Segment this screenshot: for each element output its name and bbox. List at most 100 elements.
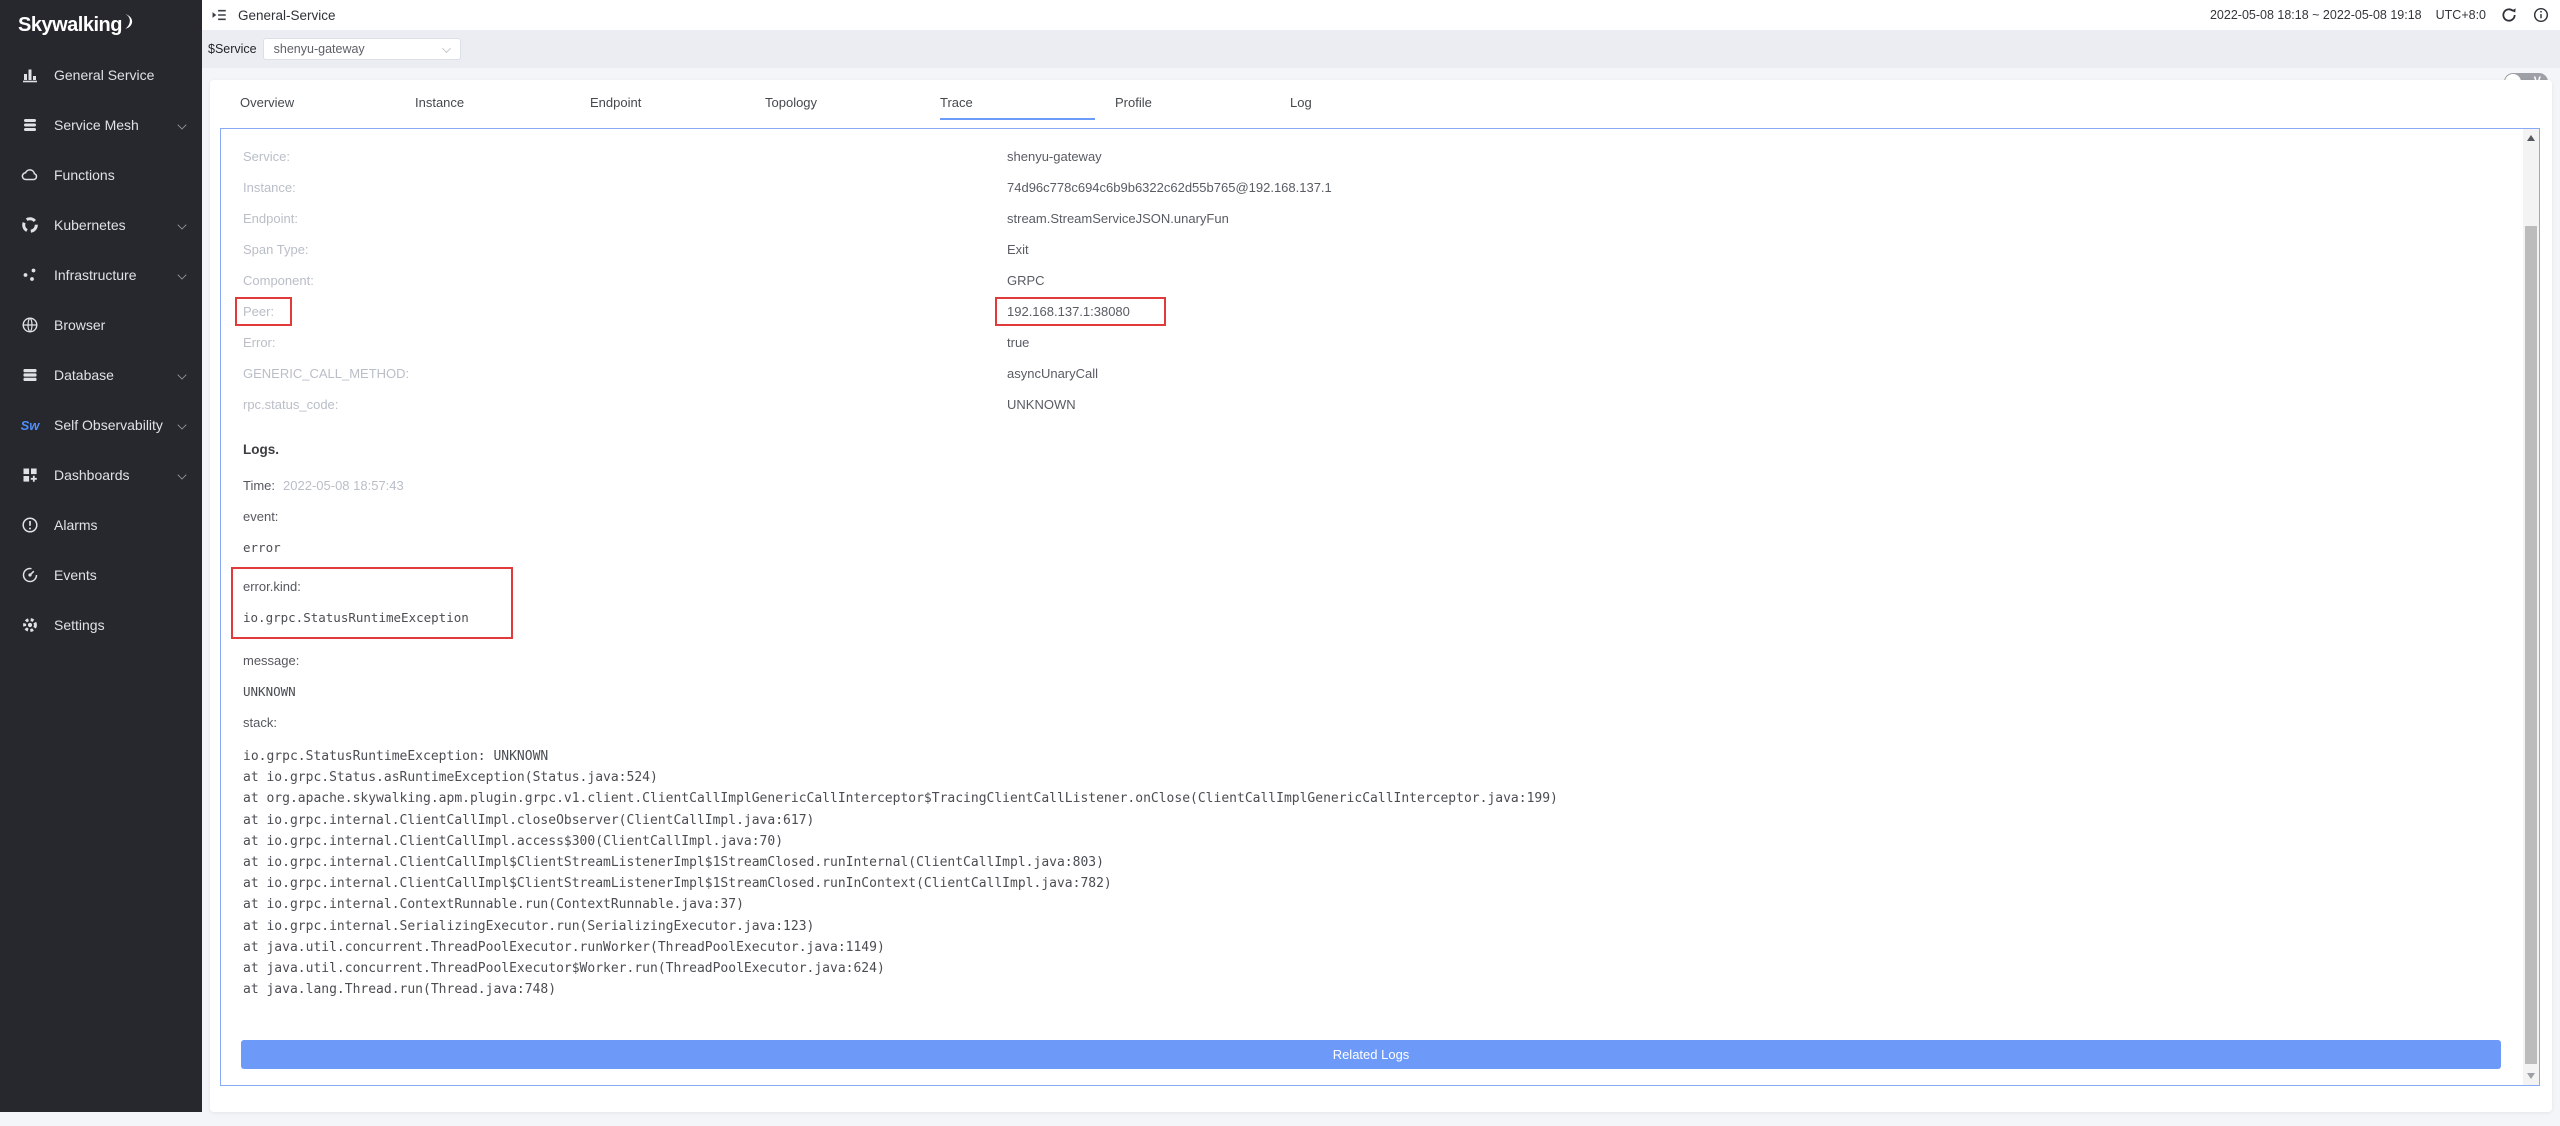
chevron-down-icon bbox=[177, 270, 186, 279]
field-label: Peer: bbox=[243, 304, 274, 319]
sidebar-item-label: Infrastructure bbox=[54, 267, 136, 283]
log-error-kind-value: io.grpc.StatusRuntimeException bbox=[243, 602, 511, 633]
sidebar-item-kubernetes[interactable]: Kubernetes bbox=[0, 200, 202, 250]
scrollbar[interactable] bbox=[2523, 129, 2539, 1085]
alarm-icon bbox=[20, 515, 40, 535]
sidebar-item-database[interactable]: Database bbox=[0, 350, 202, 400]
info-icon[interactable] bbox=[2532, 6, 2550, 24]
field-value: stream.StreamServiceJSON.unaryFun bbox=[1007, 211, 1229, 226]
span-field-row-rpc-status-code: rpc.status_code: UNKNOWN bbox=[243, 389, 2483, 420]
field-value: Exit bbox=[1007, 242, 1029, 257]
cloud-icon bbox=[20, 165, 40, 185]
tab-endpoint[interactable]: Endpoint bbox=[590, 80, 765, 126]
field-label: Component: bbox=[243, 273, 1007, 288]
sidebar-item-label: Kubernetes bbox=[54, 217, 126, 233]
field-value: shenyu-gateway bbox=[1007, 149, 1102, 164]
field-value: asyncUnaryCall bbox=[1007, 366, 1098, 381]
kubernetes-icon bbox=[20, 215, 40, 235]
service-select-value: shenyu-gateway bbox=[274, 42, 365, 56]
sidebar-item-label: Service Mesh bbox=[54, 117, 139, 133]
chevron-down-icon bbox=[177, 220, 186, 229]
field-label: rpc.status_code: bbox=[243, 397, 1007, 412]
page-title: General-Service bbox=[238, 8, 336, 23]
sidebar-item-functions[interactable]: Functions bbox=[0, 150, 202, 200]
log-error-kind-label: error.kind: bbox=[243, 571, 511, 602]
highlight-box-peer-label: Peer: bbox=[235, 297, 292, 326]
sidebar: Skywalking General Service Service Mesh … bbox=[0, 0, 202, 1112]
sidebar-item-general-service[interactable]: General Service bbox=[0, 50, 202, 100]
grid-icon bbox=[20, 465, 40, 485]
logo-swoosh-icon bbox=[123, 13, 136, 30]
scrollbar-thumb[interactable] bbox=[2525, 226, 2537, 1064]
tab-overview[interactable]: Overview bbox=[240, 80, 415, 126]
infrastructure-icon bbox=[20, 265, 40, 285]
highlight-box-peer-value: 192.168.137.1:38080 bbox=[995, 297, 1166, 326]
timezone-label[interactable]: UTC+8:0 bbox=[2436, 8, 2486, 22]
span-field-row-span-type: Span Type: Exit bbox=[243, 234, 2483, 265]
sidebar-item-dashboards[interactable]: Dashboards bbox=[0, 450, 202, 500]
service-toolbar: $Service shenyu-gateway V bbox=[202, 30, 2560, 68]
sidebar-item-label: Settings bbox=[54, 617, 105, 633]
globe-icon bbox=[20, 315, 40, 335]
span-field-row-instance: Instance: 74d96c778c694c6b9b6322c62d55b7… bbox=[243, 172, 2483, 203]
span-field-row-service: Service: shenyu-gateway bbox=[243, 141, 2483, 172]
tab-trace[interactable]: Trace bbox=[940, 80, 1115, 126]
scroll-up-icon[interactable] bbox=[2523, 131, 2539, 145]
span-field-row-peer: Peer: 192.168.137.1:38080 bbox=[243, 296, 2483, 327]
field-value: UNKNOWN bbox=[1007, 397, 1076, 412]
refresh-icon[interactable] bbox=[2500, 6, 2518, 24]
service-select-label: $Service bbox=[208, 42, 257, 56]
sidebar-item-events[interactable]: Events bbox=[0, 550, 202, 600]
highlight-box-error-kind: error.kind: io.grpc.StatusRuntimeExcepti… bbox=[231, 567, 513, 639]
field-label: Span Type: bbox=[243, 242, 1007, 257]
scroll-down-icon[interactable] bbox=[2523, 1069, 2539, 1083]
field-value: GRPC bbox=[1007, 273, 1045, 288]
time-range-picker[interactable]: 2022-05-08 18:18 ~ 2022-05-08 19:18 bbox=[2210, 8, 2422, 22]
logo-text: Skywalking bbox=[18, 14, 122, 37]
sidebar-item-self-observability[interactable]: Sw Self Observability bbox=[0, 400, 202, 450]
span-field-row-error: Error: true bbox=[243, 327, 2483, 358]
sidebar-item-label: Alarms bbox=[54, 517, 98, 533]
tab-log[interactable]: Log bbox=[1290, 80, 1465, 126]
layers-icon bbox=[20, 115, 40, 135]
log-message-value: UNKNOWN bbox=[243, 676, 2483, 707]
chart-icon bbox=[20, 65, 40, 85]
field-value: true bbox=[1007, 335, 1029, 350]
span-field-row-component: Component: GRPC bbox=[243, 265, 2483, 296]
log-time-row: Time: 2022-05-08 18:57:43 bbox=[243, 470, 2483, 501]
tab-profile[interactable]: Profile bbox=[1115, 80, 1290, 126]
field-label: GENERIC_CALL_METHOD: bbox=[243, 366, 1007, 381]
sidebar-item-label: General Service bbox=[54, 67, 154, 83]
sidebar-item-label: Functions bbox=[54, 167, 115, 183]
field-value: 192.168.137.1:38080 bbox=[1007, 304, 1130, 319]
sidebar-item-label: Self Observability bbox=[54, 417, 163, 433]
log-event-label: event: bbox=[243, 501, 2483, 532]
tab-bar: Overview Instance Endpoint Topology Trac… bbox=[210, 80, 2552, 126]
field-label: Service: bbox=[243, 149, 1007, 164]
stack-trace: io.grpc.StatusRuntimeException: UNKNOWN … bbox=[243, 746, 2483, 1000]
chevron-down-icon bbox=[442, 44, 451, 53]
sidebar-item-settings[interactable]: Settings bbox=[0, 600, 202, 650]
sw-logo-icon: Sw bbox=[20, 415, 40, 435]
sidebar-item-label: Browser bbox=[54, 317, 105, 333]
chevron-down-icon bbox=[177, 370, 186, 379]
log-stack-label: stack: bbox=[243, 707, 2483, 738]
field-label: Error: bbox=[243, 335, 1007, 350]
service-select[interactable]: shenyu-gateway bbox=[263, 38, 461, 60]
tab-instance[interactable]: Instance bbox=[415, 80, 590, 126]
main-card: Overview Instance Endpoint Topology Trac… bbox=[210, 80, 2552, 1112]
sidebar-item-label: Dashboards bbox=[54, 467, 130, 483]
sidebar-item-service-mesh[interactable]: Service Mesh bbox=[0, 100, 202, 150]
sidebar-item-infrastructure[interactable]: Infrastructure bbox=[0, 250, 202, 300]
sidebar-item-alarms[interactable]: Alarms bbox=[0, 500, 202, 550]
collapse-menu-icon[interactable] bbox=[210, 6, 228, 24]
sidebar-item-label: Events bbox=[54, 567, 97, 583]
skywalking-logo[interactable]: Skywalking bbox=[0, 0, 202, 50]
related-logs-button[interactable]: Related Logs bbox=[241, 1040, 2501, 1069]
log-event-value: error bbox=[243, 532, 2483, 563]
tab-topology[interactable]: Topology bbox=[765, 80, 940, 126]
sidebar-item-browser[interactable]: Browser bbox=[0, 300, 202, 350]
span-detail-panel: Service: shenyu-gateway Instance: 74d96c… bbox=[220, 128, 2540, 1086]
chevron-down-icon bbox=[177, 470, 186, 479]
logs-section-title: Logs. bbox=[243, 442, 2483, 470]
